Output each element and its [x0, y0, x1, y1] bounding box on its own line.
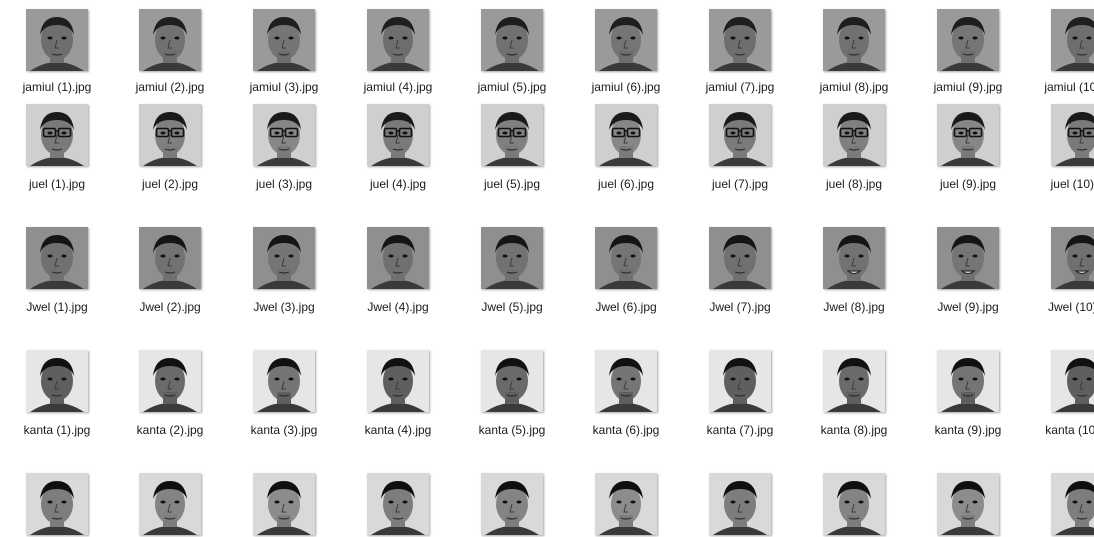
image-thumbnail[interactable]: [26, 350, 88, 412]
image-thumbnail[interactable]: [1051, 227, 1094, 289]
image-thumbnail[interactable]: [1051, 9, 1094, 71]
image-thumbnail[interactable]: [709, 350, 771, 412]
image-thumbnail[interactable]: [595, 350, 657, 412]
file-name-label: Jwel (3).jpg: [253, 300, 315, 314]
file-name-label: juel (5).jpg: [483, 177, 541, 191]
file-name-label: Jwel (5).jpg: [481, 300, 543, 314]
image-thumbnail[interactable]: [367, 473, 429, 535]
file-name-label: jamiul (7).jpg: [705, 80, 775, 94]
image-thumbnail[interactable]: [367, 350, 429, 412]
file-name-label: kanta (6).jpg: [592, 423, 660, 437]
image-thumbnail[interactable]: [26, 9, 88, 71]
image-thumbnail[interactable]: [367, 9, 429, 71]
file-name-label: juel (1).jpg: [28, 177, 86, 191]
image-thumbnail[interactable]: [481, 227, 543, 289]
image-thumbnail[interactable]: [823, 104, 885, 166]
image-thumbnail[interactable]: [139, 350, 201, 412]
image-thumbnail[interactable]: [139, 9, 201, 71]
image-thumbnail[interactable]: [139, 227, 201, 289]
file-name-label: Jwel (10).jpg: [1047, 300, 1094, 314]
file-name-label: juel (6).jpg: [597, 177, 655, 191]
image-thumbnail[interactable]: [823, 350, 885, 412]
file-name-label: jamiul (5).jpg: [477, 80, 547, 94]
image-thumbnail[interactable]: [709, 227, 771, 289]
file-name-label: kanta (2).jpg: [136, 423, 204, 437]
file-name-label: Jwel (4).jpg: [367, 300, 429, 314]
image-thumbnail[interactable]: [1051, 350, 1094, 412]
file-name-label: jamiul (9).jpg: [933, 80, 1003, 94]
file-name-label: jamiul (3).jpg: [249, 80, 319, 94]
file-name-label: jamiul (6).jpg: [591, 80, 661, 94]
file-name-label: juel (7).jpg: [711, 177, 769, 191]
image-thumbnail[interactable]: [595, 473, 657, 535]
image-thumbnail[interactable]: [253, 473, 315, 535]
file-name-label: jamiul (8).jpg: [819, 80, 889, 94]
image-thumbnail[interactable]: [139, 104, 201, 166]
image-thumbnail[interactable]: [253, 227, 315, 289]
file-name-label: Jwel (8).jpg: [823, 300, 885, 314]
file-name-label: juel (8).jpg: [825, 177, 883, 191]
image-thumbnail[interactable]: [26, 473, 88, 535]
file-name-label: kanta (4).jpg: [364, 423, 432, 437]
image-thumbnail[interactable]: [595, 9, 657, 71]
file-grid: jamiul (1).jpg jamiul (2).jpg jamiul (3).j…: [0, 0, 1094, 537]
file-name-label: juel (9).jpg: [939, 177, 997, 191]
image-thumbnail[interactable]: [937, 227, 999, 289]
file-name-label: juel (3).jpg: [255, 177, 313, 191]
image-thumbnail[interactable]: [481, 104, 543, 166]
file-name-label: kanta (7).jpg: [706, 423, 774, 437]
image-thumbnail[interactable]: [937, 350, 999, 412]
file-name-label: Jwel (2).jpg: [139, 300, 201, 314]
image-thumbnail[interactable]: [937, 104, 999, 166]
image-thumbnail[interactable]: [26, 104, 88, 166]
image-thumbnail[interactable]: [709, 9, 771, 71]
image-thumbnail[interactable]: [1051, 104, 1094, 166]
file-name-label: Jwel (1).jpg: [26, 300, 88, 314]
image-thumbnail[interactable]: [937, 473, 999, 535]
file-name-label: kanta (1).jpg: [23, 423, 91, 437]
file-name-label: Jwel (7).jpg: [709, 300, 771, 314]
image-thumbnail[interactable]: [823, 227, 885, 289]
image-thumbnail[interactable]: [595, 104, 657, 166]
image-thumbnail[interactable]: [595, 227, 657, 289]
file-name-label: jamiul (2).jpg: [135, 80, 205, 94]
file-name-label: kanta (9).jpg: [934, 423, 1002, 437]
file-name-label: kanta (8).jpg: [820, 423, 888, 437]
file-name-label: jamiul (1).jpg: [22, 80, 92, 94]
image-thumbnail[interactable]: [823, 9, 885, 71]
file-name-label: jamiul (10).jpg: [1044, 80, 1094, 94]
file-name-label: kanta (10).jpg: [1045, 423, 1094, 437]
image-thumbnail[interactable]: [481, 350, 543, 412]
image-thumbnail[interactable]: [26, 227, 88, 289]
image-thumbnail[interactable]: [253, 350, 315, 412]
image-thumbnail[interactable]: [481, 473, 543, 535]
image-thumbnail[interactable]: [139, 473, 201, 535]
image-thumbnail[interactable]: [481, 9, 543, 71]
image-thumbnail[interactable]: [253, 9, 315, 71]
file-name-label: jamiul (4).jpg: [363, 80, 433, 94]
image-thumbnail[interactable]: [709, 104, 771, 166]
image-thumbnail[interactable]: [367, 227, 429, 289]
file-name-label: Jwel (6).jpg: [595, 300, 657, 314]
file-name-label: kanta (3).jpg: [250, 423, 318, 437]
image-thumbnail[interactable]: [1051, 473, 1094, 535]
image-thumbnail[interactable]: [937, 9, 999, 71]
file-name-label: kanta (5).jpg: [478, 423, 546, 437]
file-name-label: juel (4).jpg: [369, 177, 427, 191]
image-thumbnail[interactable]: [253, 104, 315, 166]
file-name-label: Jwel (9).jpg: [937, 300, 999, 314]
file-name-label: juel (10).jpg: [1050, 177, 1094, 191]
image-thumbnail[interactable]: [823, 473, 885, 535]
image-thumbnail[interactable]: [367, 104, 429, 166]
image-thumbnail[interactable]: [709, 473, 771, 535]
file-name-label: juel (2).jpg: [141, 177, 199, 191]
